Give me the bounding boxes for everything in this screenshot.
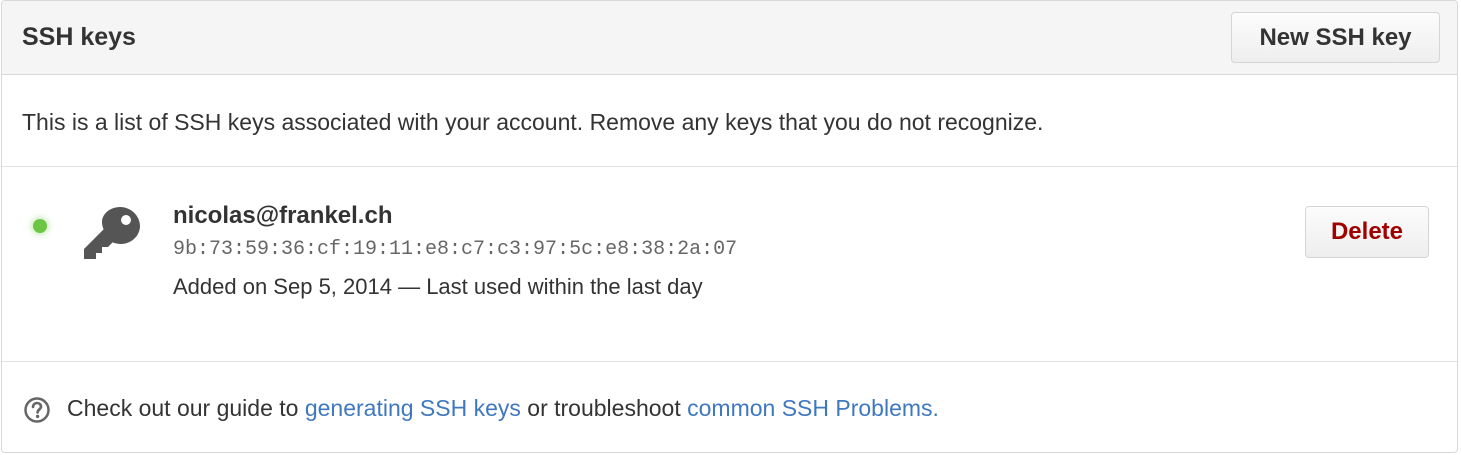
ssh-keys-panel: SSH keys New SSH key This is a list of S… — [1, 0, 1458, 453]
key-fingerprint: 9b:73:59:36:cf:19:11:e8:c7:c3:97:5c:e8:3… — [173, 238, 738, 261]
delete-key-button[interactable]: Delete — [1305, 206, 1429, 258]
key-meta: Added on Sep 5, 2014 — Last used within … — [173, 274, 703, 299]
generating-ssh-keys-link[interactable]: generating SSH keys — [305, 395, 521, 421]
help-text: Check out our guide to generating SSH ke… — [67, 393, 939, 423]
ssh-key-item: nicolas@frankel.ch 9b:73:59:36:cf:19:11:… — [2, 167, 1457, 362]
help-text-middle: or troubleshoot — [520, 395, 688, 421]
intro-section: This is a list of SSH keys associated wi… — [2, 75, 1457, 167]
status-indicator — [33, 219, 47, 233]
help-text-before: Check out our guide to — [67, 395, 305, 421]
key-title: nicolas@frankel.ch — [173, 202, 393, 229]
page-title: SSH keys — [22, 23, 136, 51]
key-icon — [84, 207, 140, 259]
help-text-after: . — [932, 395, 939, 421]
question-icon — [24, 397, 50, 423]
panel-header: SSH keys New SSH key — [2, 1, 1457, 75]
help-footer: Check out our guide to generating SSH ke… — [2, 362, 1457, 452]
intro-text: This is a list of SSH keys associated wi… — [22, 109, 1044, 135]
new-ssh-key-button[interactable]: New SSH key — [1231, 12, 1440, 63]
common-ssh-problems-link[interactable]: common SSH Problems — [687, 395, 932, 421]
